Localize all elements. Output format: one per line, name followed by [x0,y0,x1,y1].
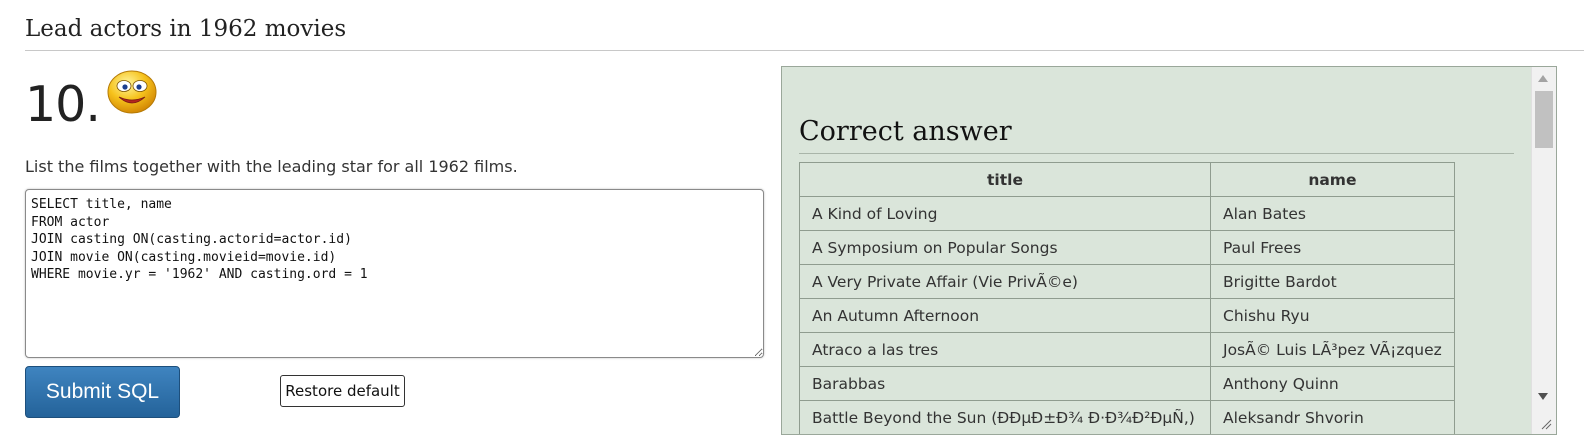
submit-sql-button[interactable]: Submit SQL [25,366,180,418]
cell-name: Chishu Ryu [1210,298,1455,333]
cell-title: Barabbas [799,366,1211,401]
cell-title: A Very Private Affair (Vie PrivÃ©e) [799,264,1211,299]
column-header-name: name [1210,162,1455,197]
answer-panel[interactable]: Correct answer title name A Kind of Lovi… [781,66,1557,435]
table-row: Atraco a las tres JosÃ© Luis LÃ³pez VÃ¡z… [799,332,1455,367]
table-header-row: title name [799,162,1455,197]
scroll-down-arrow-icon[interactable] [1538,393,1548,400]
cell-name: Alan Bates [1210,196,1455,231]
question-number: 10. [25,76,101,133]
cell-title: Atraco a las tres [799,332,1211,367]
table-row: A Very Private Affair (Vie PrivÃ©e) Brig… [799,264,1455,299]
cell-name: Brigitte Bardot [1210,264,1455,299]
answer-table: title name A Kind of Loving Alan Bates A… [799,162,1455,434]
cell-title: A Kind of Loving [799,196,1211,231]
table-row: Battle Beyond the Sun (ÐÐµÐ±Ð¾ Ð·Ð¾Ð²ÐµÑ… [799,400,1455,434]
cell-title: An Autumn Afternoon [799,298,1211,333]
sql-editor[interactable]: SELECT title, name FROM actor JOIN casti… [25,189,764,358]
cell-title: Battle Beyond the Sun (ÐÐµÐ±Ð¾ Ð·Ð¾Ð²ÐµÑ… [799,400,1211,434]
cell-name: Paul Frees [1210,230,1455,265]
scroll-thumb[interactable] [1535,91,1553,148]
answer-scrollbar[interactable] [1531,67,1556,434]
table-row: A Kind of Loving Alan Bates [799,196,1455,231]
cell-name: JosÃ© Luis LÃ³pez VÃ¡zquez [1210,332,1455,367]
smiley-face-icon [107,70,157,114]
table-row: A Symposium on Popular Songs Paul Frees [799,230,1455,265]
column-header-title: title [799,162,1211,197]
page-heading: Lead actors in 1962 movies [25,16,347,42]
cell-name: Anthony Quinn [1210,366,1455,401]
table-row: Barabbas Anthony Quinn [799,366,1455,401]
answer-title: Correct answer [799,116,1012,147]
resize-grip-icon[interactable] [1540,418,1552,430]
restore-default-button[interactable]: Restore default [280,375,405,407]
cell-title: A Symposium on Popular Songs [799,230,1211,265]
answer-divider [799,153,1514,154]
heading-divider [25,50,1584,51]
question-text: List the films together with the leading… [25,157,518,176]
scroll-up-arrow-icon[interactable] [1538,75,1548,82]
table-row: An Autumn Afternoon Chishu Ryu [799,298,1455,333]
cell-name: Aleksandr Shvorin [1210,400,1455,434]
